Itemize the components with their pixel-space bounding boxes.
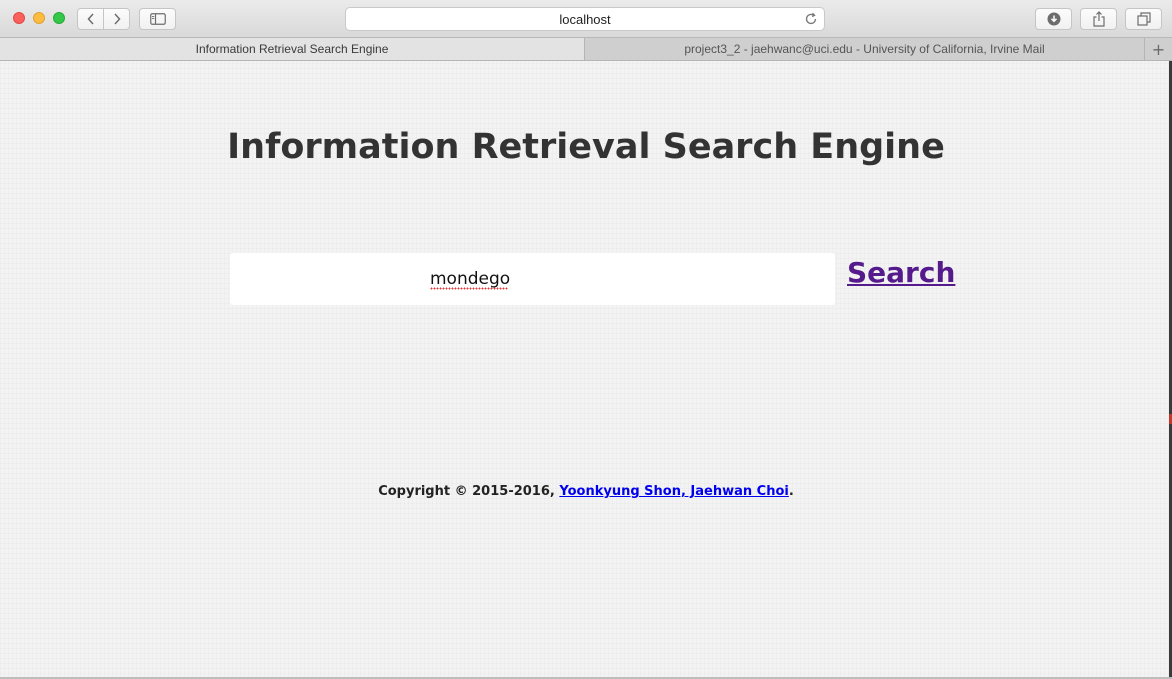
sidebar-icon — [149, 13, 166, 25]
reload-icon[interactable] — [804, 12, 818, 26]
search-input[interactable] — [230, 253, 835, 305]
tab-label: project3_2 - jaehwanc@uci.edu - Universi… — [684, 42, 1045, 56]
chevron-left-icon — [86, 13, 94, 25]
plus-icon: + — [1151, 39, 1166, 59]
browser-window: localhost Information Retrieval Search E… — [0, 0, 1172, 679]
address-text: localhost — [559, 11, 611, 27]
tab-label: Information Retrieval Search Engine — [195, 42, 389, 56]
footer-period: . — [788, 484, 794, 499]
copyright-text: Copyright © 2015-2016, — [378, 484, 560, 499]
share-icon — [1092, 11, 1105, 27]
tab-search-engine[interactable]: Information Retrieval Search Engine — [0, 38, 585, 60]
download-icon — [1047, 12, 1060, 26]
page-content: Information Retrieval Search Engine Sear… — [0, 61, 1172, 679]
address-bar[interactable]: localhost — [345, 7, 825, 31]
sidebar-button[interactable] — [139, 8, 176, 30]
nav-buttons — [77, 8, 130, 30]
authors-link[interactable]: Yoonkyung Shon, Jaehwan Choi — [559, 484, 789, 499]
tab-uci-mail[interactable]: project3_2 - jaehwanc@uci.edu - Universi… — [585, 38, 1145, 60]
forward-button[interactable] — [103, 9, 129, 29]
share-button[interactable] — [1080, 8, 1117, 30]
downloads-button[interactable] — [1035, 8, 1072, 30]
new-tab-button[interactable]: + — [1145, 38, 1172, 60]
close-window-button[interactable] — [13, 12, 25, 24]
chevron-right-icon — [113, 13, 121, 25]
browser-toolbar: localhost — [0, 0, 1172, 38]
zoom-window-button[interactable] — [53, 12, 65, 24]
back-button[interactable] — [78, 9, 103, 29]
footer: Copyright © 2015-2016, Yoonkyung Shon, J… — [0, 484, 1172, 499]
show-all-tabs-button[interactable] — [1125, 8, 1162, 30]
page-title: Information Retrieval Search Engine — [227, 127, 945, 167]
minimize-window-button[interactable] — [33, 12, 45, 24]
search-link[interactable]: Search — [847, 256, 955, 289]
tabs-overview-icon — [1136, 12, 1151, 26]
tab-bar: Information Retrieval Search Engine proj… — [0, 38, 1172, 61]
